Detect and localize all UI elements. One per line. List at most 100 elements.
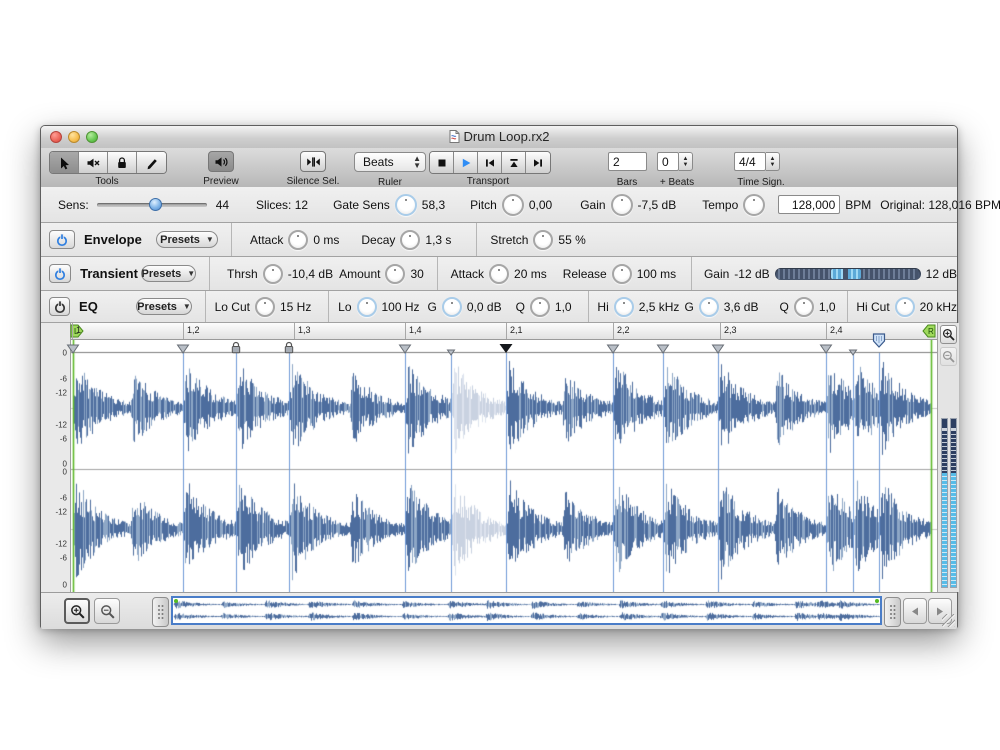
eq-hi-q-knob[interactable] xyxy=(794,297,814,317)
thrsh-knob[interactable] xyxy=(263,264,283,284)
ruler-label: 2,2 xyxy=(617,325,630,335)
transient-presets-button[interactable]: Presets▼ xyxy=(141,265,197,282)
zoom-in-button[interactable] xyxy=(64,598,90,624)
stepper-arrows-icon[interactable]: ▲▼ xyxy=(679,152,693,171)
overview-selection[interactable] xyxy=(171,596,882,625)
slice-marker-cursor[interactable] xyxy=(872,333,887,353)
gain-label: Gain xyxy=(580,198,605,212)
eq-presets-button[interactable]: Presets▼ xyxy=(136,298,192,315)
time-ruler[interactable]: L R 11,21,31,42,12,22,32,4 xyxy=(71,323,937,340)
slice-marker-triangle[interactable] xyxy=(67,341,80,359)
tools-group: Tools xyxy=(49,151,167,174)
arrow-tool-button[interactable] xyxy=(50,152,79,173)
amount-knob[interactable] xyxy=(385,264,405,284)
transport-group-label: Transport xyxy=(467,176,509,187)
overview-left-handle[interactable] xyxy=(152,597,169,627)
stepper-arrows-icon[interactable]: ▲▼ xyxy=(766,152,780,171)
db-scale-gutter: 0-6-12-12-600-6-12-12-60 xyxy=(41,323,71,592)
slice-marker-small[interactable] xyxy=(849,343,858,361)
env-stretch-knob[interactable] xyxy=(533,230,553,250)
zoom-out-button[interactable] xyxy=(94,598,120,624)
eq-lo-knob[interactable] xyxy=(357,297,377,317)
preview-button[interactable] xyxy=(208,151,234,172)
hicut-label: Hi Cut xyxy=(856,300,889,314)
eq-hi-knob[interactable] xyxy=(614,297,634,317)
eq-lo-q-knob[interactable] xyxy=(530,297,550,317)
loop-right-marker[interactable]: R xyxy=(922,324,936,338)
slice-marker-triangle[interactable] xyxy=(820,341,833,359)
slice-marker-triangle[interactable] xyxy=(399,341,412,359)
drop-marker-button[interactable] xyxy=(502,152,526,173)
eq-lo-label: Lo xyxy=(338,300,351,314)
waveform-view[interactable] xyxy=(71,340,937,592)
scroll-left-button[interactable] xyxy=(903,598,927,624)
slice-triangle-small-icon xyxy=(447,349,456,356)
pencil-tool-button[interactable] xyxy=(137,152,166,173)
slice-marker-selected[interactable] xyxy=(499,341,514,359)
env-attack-knob[interactable] xyxy=(288,230,308,250)
go-to-start-button[interactable] xyxy=(478,152,502,173)
slice-marker-small[interactable] xyxy=(447,343,456,361)
zoom-out-vertical-button[interactable] xyxy=(940,347,957,366)
slice-marker-triangle[interactable] xyxy=(657,341,670,359)
overview-waveform-canvas[interactable] xyxy=(173,598,880,623)
slice-marker-triangle[interactable] xyxy=(607,341,620,359)
gate-sens-value: 58,3 xyxy=(422,198,445,212)
arrow-cursor-icon xyxy=(57,156,71,170)
lock-tool-button[interactable] xyxy=(108,152,137,173)
eq-hi-q-label: Q xyxy=(779,300,788,314)
slice-triangle-small-icon xyxy=(849,349,858,356)
stop-button[interactable] xyxy=(430,152,454,173)
slice-triangle-selected-icon xyxy=(499,343,514,354)
eq-hi-label: Hi xyxy=(597,300,608,314)
release-knob[interactable] xyxy=(612,264,632,284)
go-to-start-icon xyxy=(484,157,496,169)
tempo-knob[interactable] xyxy=(743,194,765,216)
transient-power-button[interactable] xyxy=(49,264,71,283)
bars-field[interactable]: 2 xyxy=(608,152,647,171)
envelope-power-button[interactable] xyxy=(49,230,75,249)
trans-attack-knob[interactable] xyxy=(489,264,509,284)
db-scale-label: -12 xyxy=(55,508,67,517)
slice-triangle-icon xyxy=(399,344,412,354)
title-bar[interactable]: Drum Loop.rx2 xyxy=(41,126,957,149)
popup-arrows-icon: ▲▼ xyxy=(413,155,421,169)
eq-power-button[interactable] xyxy=(49,297,70,316)
gain-knob[interactable] xyxy=(611,194,633,216)
gate-sens-knob[interactable] xyxy=(395,194,417,216)
hicut-value: 20 kHz xyxy=(920,300,957,314)
time-sign-stepper[interactable]: 4/4 ▲▼ xyxy=(734,152,780,171)
eq-hi-gain-knob[interactable] xyxy=(699,297,719,317)
tempo-field[interactable]: 128,000 xyxy=(778,195,840,214)
preview-group: Preview xyxy=(208,151,234,172)
env-decay-knob[interactable] xyxy=(400,230,420,250)
transient-gain-slider[interactable] xyxy=(775,268,921,280)
zoom-in-vertical-button[interactable] xyxy=(940,325,957,344)
hicut-knob[interactable] xyxy=(895,297,915,317)
eq-lo-gain-knob[interactable] xyxy=(442,297,462,317)
window-resize-grip[interactable] xyxy=(942,614,955,627)
go-to-end-button[interactable] xyxy=(526,152,550,173)
play-button[interactable] xyxy=(454,152,478,173)
db-scale-label: -12 xyxy=(55,421,67,430)
overview-right-handle[interactable] xyxy=(884,597,901,627)
ruler-tick xyxy=(294,323,295,339)
slice-marker-lock[interactable] xyxy=(284,341,295,359)
slice-marker-lock[interactable] xyxy=(231,341,242,359)
svg-text:R: R xyxy=(928,327,934,336)
sens-slider[interactable] xyxy=(97,198,207,212)
magnifier-minus-icon xyxy=(100,604,115,619)
pitch-knob[interactable] xyxy=(502,194,524,216)
slice-marker-triangle[interactable] xyxy=(177,341,190,359)
mute-tool-button[interactable] xyxy=(79,152,108,173)
slice-lock-icon xyxy=(284,341,295,354)
waveform-canvas[interactable] xyxy=(71,340,937,592)
envelope-presets-button[interactable]: Presets▼ xyxy=(156,231,218,248)
ruler-unit-popup[interactable]: Beats ▲▼ xyxy=(354,152,426,172)
plus-beats-stepper[interactable]: 0 ▲▼ xyxy=(657,152,693,171)
slice-marker-triangle[interactable] xyxy=(712,341,725,359)
slider-handle[interactable] xyxy=(149,198,162,211)
eq-lo-value: 100 Hz xyxy=(382,300,420,314)
locut-knob[interactable] xyxy=(255,297,275,317)
slice-lock-icon xyxy=(231,341,242,354)
